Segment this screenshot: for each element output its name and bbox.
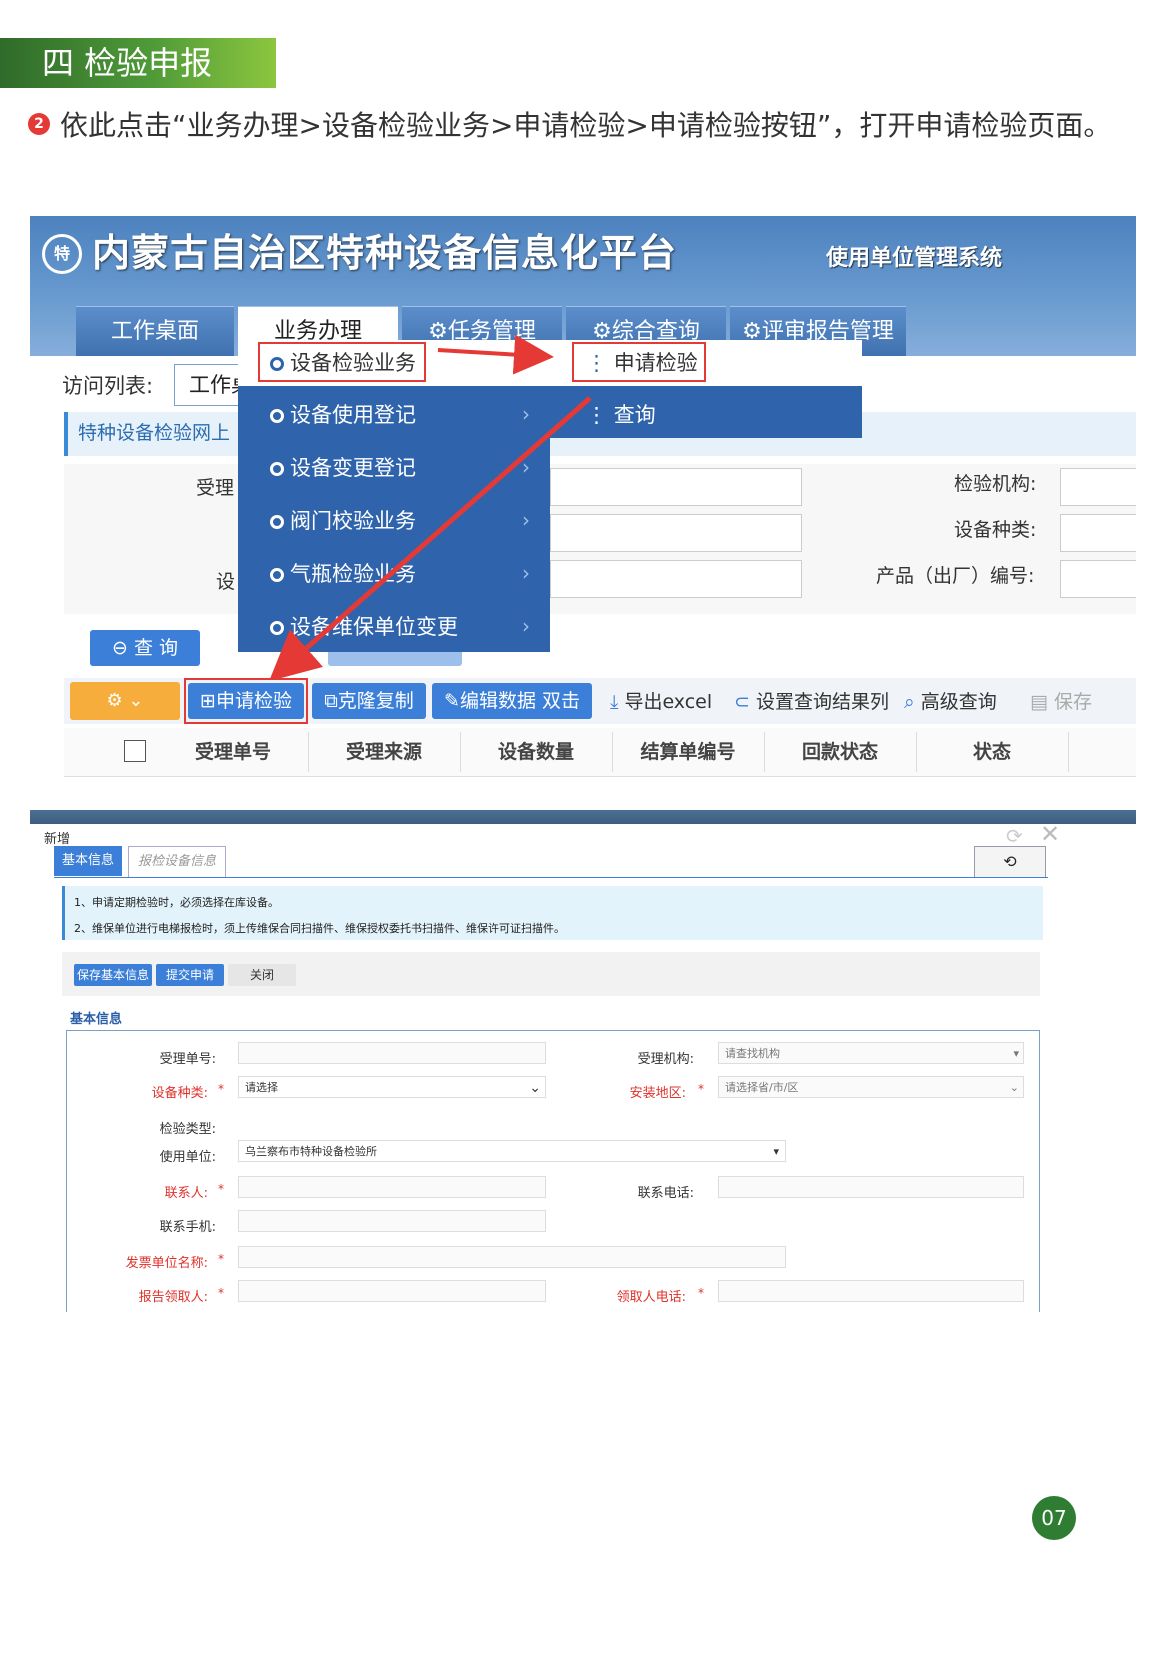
select-equip-type[interactable]: 请选择 ⌄	[238, 1076, 546, 1098]
apply-inspection-label: 申请检验	[215, 690, 292, 712]
field-accept-org[interactable]: 请查找机构 ▾	[718, 1042, 1024, 1064]
label-contact-phone: 联系电话:	[637, 1186, 694, 1201]
save-link[interactable]: ▤ 保存	[1030, 686, 1092, 718]
tab-divider	[54, 877, 1048, 878]
gear-icon: ⚙ ⌄	[106, 690, 144, 711]
refresh-icon[interactable]: ⟳	[1006, 824, 1023, 848]
label-accept-no: 受理单号:	[159, 1052, 216, 1067]
advanced-query-label: 高级查询	[920, 691, 997, 713]
required-mark: *	[218, 1252, 224, 1266]
section-title: 四 检验申报	[42, 44, 213, 82]
select-all-checkbox[interactable]	[124, 740, 146, 762]
close-icon[interactable]: ✕	[1040, 820, 1060, 848]
field-receiver-phone[interactable]	[718, 1280, 1024, 1302]
field-contact[interactable]	[238, 1176, 546, 1198]
settings-dropdown[interactable]: ⚙ ⌄	[70, 682, 180, 720]
arrow-to-submenu	[437, 334, 554, 375]
field-install-area[interactable]: 请选择省/市/区 ⌄	[718, 1076, 1024, 1098]
submit-application-button[interactable]: 提交申请	[156, 964, 224, 986]
apply-inspection-button[interactable]: ⊞申请检验	[188, 683, 304, 719]
clone-button[interactable]: ⧉克隆复制	[312, 683, 426, 719]
equip-type-value: 请选择	[245, 1081, 278, 1094]
instruction-text: 依此点击“业务办理>设备检验业务>申请检验>申请检验按钮”，打开申请检验页面。	[60, 109, 1112, 142]
install-area-placeholder: 请选择省/市/区	[725, 1081, 799, 1094]
caret-down-icon: ▾	[773, 1145, 779, 1158]
export-label: 导出excel	[624, 691, 713, 713]
field-accept-no[interactable]	[238, 1042, 546, 1064]
chevron-down-icon: ⌄	[529, 1080, 541, 1096]
reload-button[interactable]: ⟲	[974, 846, 1046, 878]
page-number: 07	[1032, 1496, 1076, 1540]
grid-col-status[interactable]: 状态	[916, 732, 1069, 772]
accept-org-placeholder: 请查找机构	[725, 1047, 780, 1060]
note-1: 1、申请定期检验时，必须选择在库设备。	[74, 896, 279, 909]
plus-icon: ⊞	[200, 690, 216, 712]
label-mobile: 联系手机:	[159, 1220, 216, 1235]
screenshot-dialog: 新增 ⟳ ✕ 基本信息 报检设备信息 ⟲ 1、申请定期检验时，必须选择在库设备。…	[30, 810, 1136, 1312]
edit-label: 编辑数据 双击	[459, 690, 580, 712]
save-label: 保存	[1054, 691, 1093, 713]
grid-col-source[interactable]: 受理来源	[308, 732, 461, 772]
label-install-area: 安装地区:	[629, 1086, 686, 1101]
screenshot-menu: 特 内蒙古自治区特种设备信息化平台 使用单位管理系统 工作桌面 业务办理 ⚙任务…	[30, 216, 1136, 818]
required-mark: *	[218, 1182, 224, 1196]
copy-icon: ⧉	[324, 690, 338, 712]
note-2: 2、维保单位进行电梯报检时，须上传维保合同扫描件、维保授权委托书扫描件、维保许可…	[74, 922, 565, 935]
save-icon: ▤	[1030, 691, 1054, 713]
label-inspect-type: 检验类型:	[159, 1122, 216, 1137]
grid-col-accept-no[interactable]: 受理单号	[158, 732, 309, 772]
step-badge: 2	[28, 113, 50, 135]
field-mobile[interactable]	[238, 1210, 546, 1232]
clone-label: 克隆复制	[337, 690, 414, 712]
use-unit-value: 乌兰察布市特种设备检验所	[245, 1145, 377, 1158]
grid-col-count[interactable]: 设备数量	[460, 732, 613, 772]
label-contact: 联系人:	[164, 1186, 208, 1201]
edit-icon: ✎	[444, 690, 460, 712]
basic-info-form	[66, 1030, 1040, 1312]
label-equip-type: 设备种类:	[151, 1086, 208, 1101]
arrow-to-apply-button	[269, 396, 592, 682]
required-mark: *	[698, 1286, 704, 1300]
field-contact-phone[interactable]	[718, 1176, 1024, 1198]
grid-col-settlement[interactable]: 结算单编号	[612, 732, 765, 772]
reload-icon: ⟲	[1003, 852, 1017, 871]
label-accept-org: 受理机构:	[637, 1052, 694, 1067]
label-use-unit: 使用单位:	[159, 1150, 216, 1165]
caret-down-icon: ▾	[1013, 1047, 1019, 1060]
field-use-unit[interactable]: 乌兰察布市特种设备检验所 ▾	[238, 1140, 786, 1162]
tab-basic-info[interactable]: 基本信息	[54, 846, 122, 876]
set-columns-link[interactable]: ⊂ 设置查询结果列	[734, 686, 889, 718]
chevron-down-icon: ⌄	[1009, 1081, 1019, 1094]
advanced-query-link[interactable]: ⌕ 高级查询	[904, 686, 997, 718]
field-report-receiver[interactable]	[238, 1280, 546, 1302]
label-report-receiver: 报告领取人:	[138, 1290, 208, 1305]
required-mark: *	[218, 1082, 224, 1096]
search-icon: ⌕	[904, 691, 921, 713]
columns-icon: ⊂	[734, 691, 756, 713]
required-mark: *	[698, 1082, 704, 1096]
export-excel-link[interactable]: ⤓ 导出excel	[610, 686, 712, 718]
download-icon: ⤓	[610, 691, 625, 713]
required-mark: *	[218, 1286, 224, 1300]
save-basic-info-button[interactable]: 保存基本信息	[74, 964, 152, 986]
basic-info-heading: 基本信息	[70, 1012, 123, 1027]
set-columns-label: 设置查询结果列	[755, 691, 889, 713]
edit-button[interactable]: ✎编辑数据 双击	[432, 683, 592, 719]
close-dialog-button[interactable]: 关闭	[228, 964, 296, 986]
field-invoice-unit[interactable]	[238, 1246, 786, 1268]
tab-equipment-info[interactable]: 报检设备信息	[128, 846, 226, 878]
grid-col-payment[interactable]: 回款状态	[764, 732, 917, 772]
dialog-title: 新增	[44, 832, 71, 847]
label-receiver-phone: 领取人电话:	[616, 1290, 686, 1305]
label-invoice-unit: 发票单位名称:	[125, 1256, 208, 1271]
